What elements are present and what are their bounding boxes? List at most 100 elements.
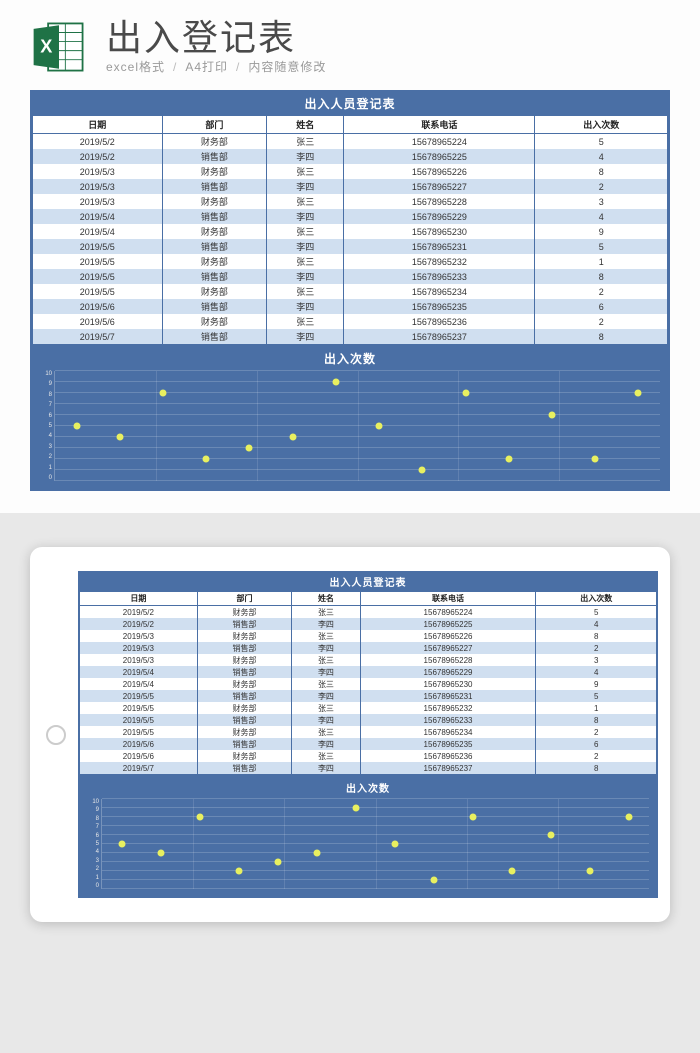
cell: 15678965234 [344,284,535,299]
cell: 3 [535,194,668,209]
chart-title: 出入次数 [40,348,660,371]
data-point [73,423,80,430]
divider-icon: / [173,60,177,74]
y-tick: 2 [87,866,99,872]
cell: 2 [536,750,657,762]
cell: 张三 [292,630,360,642]
col-header: 姓名 [292,592,360,606]
cell: 2019/5/3 [33,194,163,209]
cell: 9 [535,224,668,239]
cell: 销售部 [197,714,291,726]
col-header: 日期 [33,116,163,134]
data-point [587,868,594,875]
cell: 财务部 [162,314,267,329]
data-point [274,859,281,866]
data-point [246,445,253,452]
cell: 2019/5/6 [33,314,163,329]
cell: 销售部 [197,618,291,630]
cell: 2019/5/2 [80,618,198,630]
cell: 销售部 [197,666,291,678]
cell: 财务部 [162,284,267,299]
col-header: 出入次数 [535,116,668,134]
data-point [505,456,512,463]
cell: 2019/5/2 [33,149,163,164]
y-tick: 5 [87,841,99,847]
gridline-vertical [559,371,560,481]
y-tick: 10 [40,371,52,377]
cell: 张三 [267,164,344,179]
cell: 6 [536,738,657,750]
cell: 李四 [292,714,360,726]
chart-plot [54,371,660,481]
table-title: 出入人员登记表 [32,92,668,115]
table-row: 2019/5/5销售部李四156789652315 [33,239,668,254]
cell: 15678965228 [344,194,535,209]
gridline-vertical [358,371,359,481]
cell: 销售部 [162,179,267,194]
cell: 张三 [292,606,360,619]
y-tick: 8 [87,816,99,822]
data-point [203,456,210,463]
tablet-preview-wrap: 出入人员登记表 日期部门姓名联系电话出入次数 2019/5/2财务部张三1567… [0,513,700,942]
spreadsheet: 出入人员登记表 日期部门姓名联系电话出入次数 2019/5/2财务部张三1567… [30,90,670,491]
cell: 2019/5/5 [80,726,198,738]
cell: 2 [535,179,668,194]
sub-format: excel格式 [106,58,165,75]
divider-icon: / [236,60,240,74]
cell: 5 [535,134,668,150]
cell: 8 [535,329,668,344]
cell: 销售部 [197,642,291,654]
data-point [548,832,555,839]
cell: 2019/5/3 [80,654,198,666]
table-row: 2019/5/5财务部张三156789652342 [33,284,668,299]
cell: 8 [536,630,657,642]
col-header: 出入次数 [536,592,657,606]
cell: 1 [535,254,668,269]
cell: 张三 [292,702,360,714]
data-point [116,434,123,441]
data-point [470,814,477,821]
cell: 财务部 [162,134,267,150]
cell: 15678965233 [360,714,536,726]
cell: 2019/5/5 [80,714,198,726]
table-row: 2019/5/6销售部李四156789652356 [80,738,657,750]
chart-area: 012345678910 [87,799,649,889]
table-row: 2019/5/3销售部李四156789652272 [80,642,657,654]
cell: 销售部 [162,299,267,314]
table-row: 2019/5/5销售部李四156789652315 [80,690,657,702]
data-point [157,850,164,857]
gridline-vertical [284,799,285,889]
data-point [313,850,320,857]
cell: 销售部 [197,738,291,750]
y-tick: 0 [40,475,52,481]
data-point [392,841,399,848]
cell: 李四 [292,690,360,702]
cell: 8 [536,762,657,774]
y-tick: 3 [87,858,99,864]
cell: 15678965231 [360,690,536,702]
table-row: 2019/5/2财务部张三156789652245 [33,134,668,150]
cell: 15678965225 [344,149,535,164]
cell: 2019/5/3 [80,642,198,654]
y-tick: 2 [40,454,52,460]
gridline-vertical [257,371,258,481]
cell: 张三 [292,678,360,690]
gridline-vertical [458,371,459,481]
cell: 销售部 [162,149,267,164]
cell: 15678965232 [360,702,536,714]
cell: 5 [535,239,668,254]
table-row: 2019/5/7销售部李四156789652378 [80,762,657,774]
excel-icon: X [30,18,88,76]
table-body: 2019/5/2财务部张三1567896522452019/5/2销售部李四15… [80,606,657,775]
data-point [196,814,203,821]
data-point [332,379,339,386]
cell: 财务部 [197,606,291,619]
cell: 销售部 [162,269,267,284]
y-tick: 4 [40,433,52,439]
data-point [376,423,383,430]
cell: 4 [535,209,668,224]
cell: 9 [536,678,657,690]
cell: 2019/5/3 [33,164,163,179]
cell: 15678965227 [360,642,536,654]
cell: 15678965233 [344,269,535,284]
